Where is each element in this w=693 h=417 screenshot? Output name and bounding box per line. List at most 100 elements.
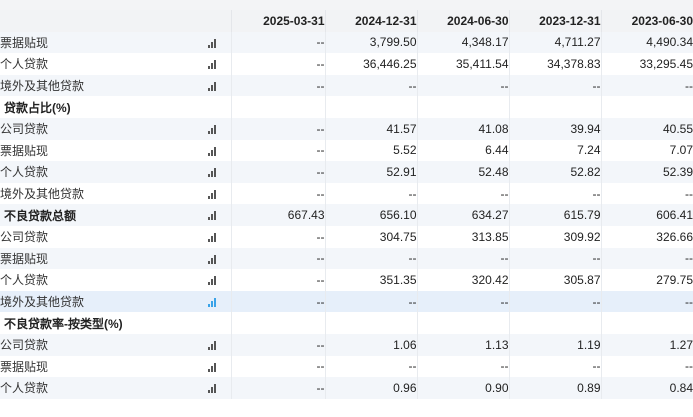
- value-cell: 656.10: [324, 204, 417, 226]
- table-row[interactable]: 个人贷款 -- 0.96 0.90 0.89 0.84: [0, 377, 693, 399]
- chart-cell: [193, 290, 231, 313]
- table-row[interactable]: 个人贷款 -- 351.35 320.42 305.87 279.75: [0, 269, 693, 291]
- chart-cell: [193, 247, 231, 270]
- value-cell: 0.89: [508, 377, 601, 399]
- value-cell: 309.92: [508, 225, 601, 248]
- value-cell: --: [416, 74, 509, 97]
- value-cell: --: [508, 355, 601, 378]
- row-label: 公司贷款: [0, 117, 193, 140]
- value-cell: --: [230, 139, 325, 162]
- table-row[interactable]: 票据贴现 -- 5.52 6.44 7.24 7.07: [0, 139, 693, 162]
- table-row[interactable]: 票据贴现 -- 3,799.50 4,348.17 4,711.27 4,490.34: [0, 31, 693, 54]
- value-cell: 1.06: [324, 333, 417, 356]
- bar-chart-icon[interactable]: [207, 233, 216, 243]
- value-cell: 6.44: [416, 139, 509, 162]
- bar-chart-icon[interactable]: [207, 60, 216, 70]
- table-row[interactable]: 公司贷款 -- 41.57 41.08 39.94 40.55: [0, 117, 693, 140]
- value-cell: --: [230, 247, 325, 270]
- value-cell: --: [230, 269, 325, 291]
- chart-cell: [193, 269, 231, 291]
- section-row[interactable]: 贷款占比(%): [0, 96, 693, 118]
- value-cell: 36,446.25: [324, 53, 417, 75]
- table-row[interactable]: 境外及其他贷款 -- -- -- -- --: [0, 290, 693, 313]
- date-column-header[interactable]: 2024-12-31: [324, 10, 417, 32]
- value-cell: --: [508, 247, 601, 270]
- bar-chart-icon[interactable]: [207, 362, 216, 372]
- table-row[interactable]: 公司贷款 -- 1.06 1.13 1.19 1.27: [0, 333, 693, 356]
- bar-chart-icon[interactable]: [207, 168, 216, 178]
- date-column-header[interactable]: 2023-06-30: [600, 10, 693, 32]
- bar-chart-icon[interactable]: [207, 125, 216, 135]
- empty-cell: [600, 312, 693, 334]
- value-cell: 7.07: [600, 139, 693, 162]
- value-cell: 279.75: [600, 269, 693, 291]
- empty-cell: [230, 312, 325, 334]
- row-label: 票据贴现: [0, 355, 193, 378]
- bar-chart-icon[interactable]: [207, 38, 216, 48]
- value-cell: --: [508, 74, 601, 97]
- row-label: 公司贷款: [0, 225, 193, 248]
- empty-cell: [324, 96, 417, 118]
- table-row[interactable]: 个人贷款 -- 52.91 52.48 52.82 52.39: [0, 161, 693, 183]
- value-cell: --: [324, 182, 417, 205]
- value-cell: --: [508, 290, 601, 313]
- chart-cell: [193, 225, 231, 248]
- row-label: 票据贴现: [0, 247, 193, 270]
- table-row[interactable]: 个人贷款 -- 36,446.25 35,411.54 34,378.83 33,295.…: [0, 53, 693, 75]
- bar-chart-icon[interactable]: [207, 254, 216, 264]
- bar-chart-icon[interactable]: [207, 211, 216, 221]
- section-row[interactable]: 不良贷款率-按类型(%): [0, 312, 693, 334]
- table-row[interactable]: 票据贴现 -- -- -- -- --: [0, 247, 693, 270]
- value-cell: --: [230, 31, 325, 54]
- bar-chart-icon[interactable]: [207, 297, 216, 307]
- value-cell: --: [600, 355, 693, 378]
- value-cell: --: [416, 290, 509, 313]
- date-column-header[interactable]: 2024-06-30: [416, 10, 509, 32]
- value-cell: 4,490.34: [600, 31, 693, 54]
- value-cell: 52.91: [324, 161, 417, 183]
- bar-chart-icon[interactable]: [207, 81, 216, 91]
- table-row[interactable]: 境外及其他贷款 -- -- -- -- --: [0, 74, 693, 97]
- empty-cell: [416, 96, 509, 118]
- bar-chart-icon[interactable]: [207, 146, 216, 156]
- top-strip: [0, 0, 693, 10]
- value-cell: --: [600, 74, 693, 97]
- value-cell: 304.75: [324, 225, 417, 248]
- bar-chart-icon[interactable]: [207, 384, 216, 394]
- chart-cell: [193, 355, 231, 378]
- value-cell: --: [230, 355, 325, 378]
- section-row[interactable]: 不良贷款总额 667.43 656.10 634.27 615.79 606.41: [0, 204, 693, 226]
- value-cell: 5.52: [324, 139, 417, 162]
- header-chart-column: [193, 10, 231, 32]
- value-cell: --: [230, 182, 325, 205]
- value-cell: 0.84: [600, 377, 693, 399]
- value-cell: --: [230, 333, 325, 356]
- chart-cell: [193, 182, 231, 205]
- empty-cell: [508, 312, 601, 334]
- bar-chart-icon[interactable]: [207, 276, 216, 286]
- row-label: 个人贷款: [0, 377, 193, 399]
- value-cell: 667.43: [230, 204, 325, 226]
- chart-cell: [193, 96, 231, 118]
- section-label: 贷款占比(%): [0, 96, 193, 118]
- empty-cell: [600, 96, 693, 118]
- chart-cell: [193, 31, 231, 54]
- row-label: 境外及其他贷款: [0, 290, 193, 313]
- value-cell: 313.85: [416, 225, 509, 248]
- value-cell: 40.55: [600, 117, 693, 140]
- bar-chart-icon[interactable]: [207, 189, 216, 199]
- value-cell: --: [600, 247, 693, 270]
- date-column-header[interactable]: 2025-03-31: [230, 10, 325, 32]
- value-cell: --: [416, 182, 509, 205]
- row-label: 个人贷款: [0, 161, 193, 183]
- empty-cell: [324, 312, 417, 334]
- table-row[interactable]: 公司贷款 -- 304.75 313.85 309.92 326.66: [0, 225, 693, 248]
- empty-cell: [416, 312, 509, 334]
- bar-chart-icon[interactable]: [207, 341, 216, 351]
- table-body: 票据贴现 -- 3,799.50 4,348.17 4,711.27 4,490.34 个人…: [0, 31, 693, 399]
- table-row[interactable]: 境外及其他贷款 -- -- -- -- --: [0, 182, 693, 205]
- table-row[interactable]: 票据贴现 -- -- -- -- --: [0, 355, 693, 378]
- empty-cell: [508, 96, 601, 118]
- value-cell: 0.90: [416, 377, 509, 399]
- date-column-header[interactable]: 2023-12-31: [508, 10, 601, 32]
